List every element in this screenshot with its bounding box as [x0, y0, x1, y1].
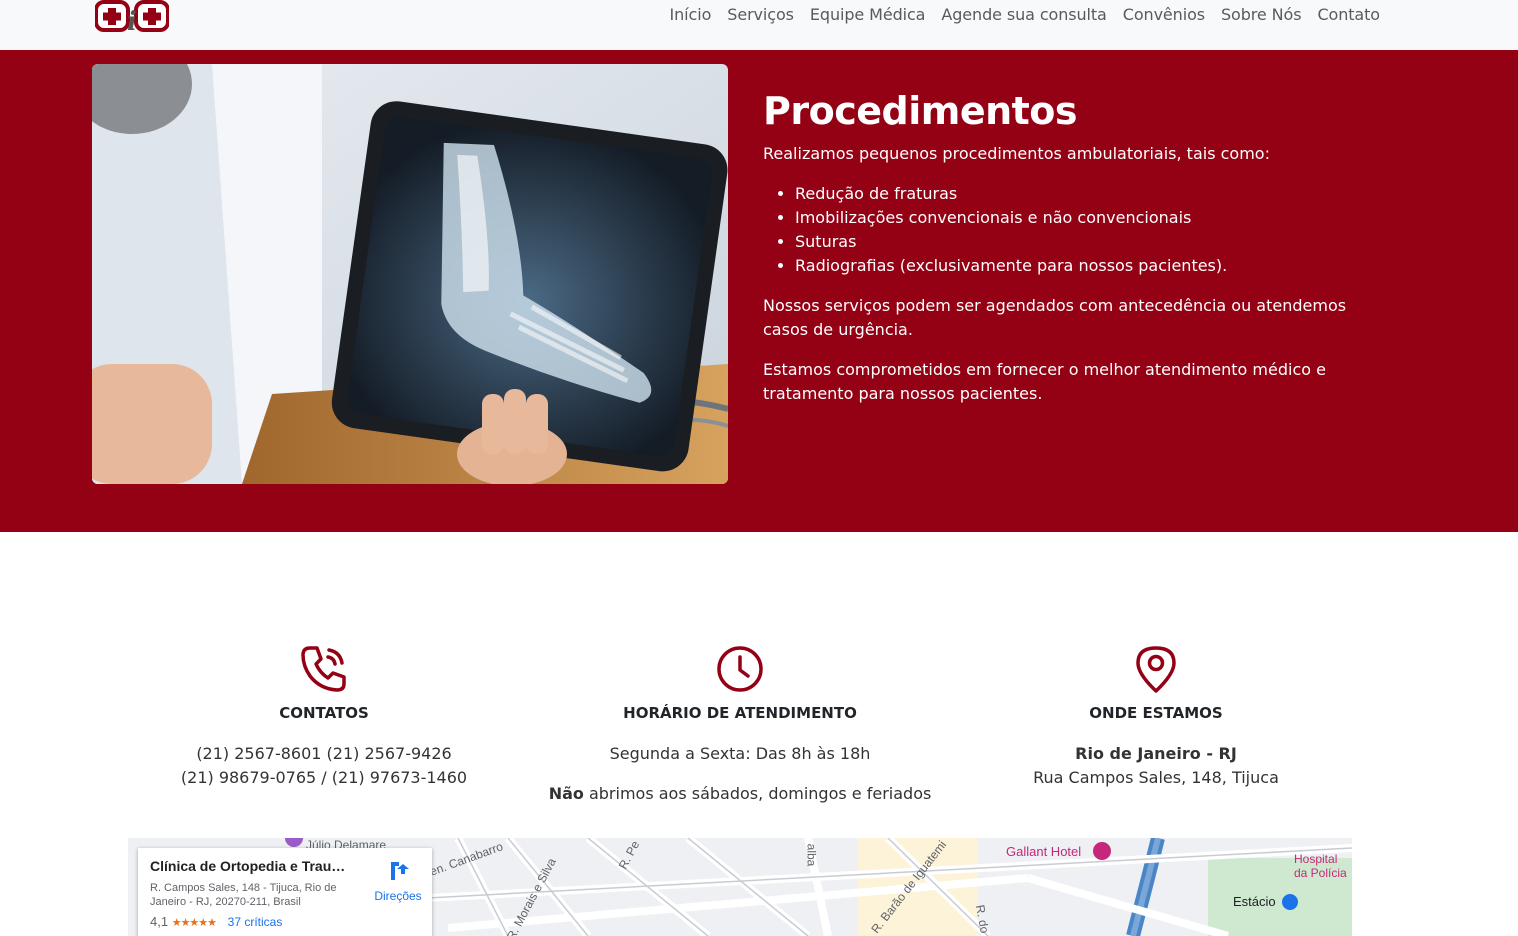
hours-closed-note: Não abrimos aos sábados, domingos e feri…	[530, 782, 950, 806]
google-map[interactable]: Júlio Delamare en. Canabarro R. Morais e…	[128, 838, 1352, 936]
procedures-title: Procedimentos	[763, 89, 1078, 133]
nav-link-servicos[interactable]: Serviços	[727, 5, 794, 24]
procedures-section: Procedimentos Realizamos pequenos proced…	[0, 50, 1518, 532]
directions-label: Direções	[374, 889, 422, 903]
nav-link-agende-consulta[interactable]: Agende sua consulta	[941, 5, 1106, 24]
directions-icon	[391, 862, 409, 880]
hours-column: HORÁRIO DE ATENDIMENTO Segunda a Sexta: …	[530, 644, 950, 806]
directions-button[interactable]: Direções	[370, 860, 426, 903]
rating-value: 4,1	[150, 914, 169, 929]
hours-weekdays: Segunda a Sexta: Das 8h às 18h	[609, 744, 871, 763]
procedures-commitment-text: Estamos comprometidos em fornecer o melh…	[763, 360, 1326, 403]
location-pin-icon	[1136, 646, 1176, 693]
procedures-intro: Realizamos pequenos procedimentos ambula…	[763, 144, 1270, 163]
map-label-street: alba	[804, 843, 819, 867]
clinic-logo[interactable]: i	[95, 0, 169, 34]
reviews-link[interactable]: 37 críticas	[228, 915, 283, 929]
procedure-item: Radiografias (exclusivamente para nossos…	[795, 254, 1383, 278]
nav-link-contato[interactable]: Contato	[1317, 5, 1380, 24]
navbar: i Início Serviços Equipe Médica Agende s…	[0, 0, 1518, 50]
map-place-address: R. Campos Sales, 148 - Tijuca, Rio de Ja…	[150, 882, 337, 908]
procedures-list: Redução de fraturas Imobilizações conven…	[795, 182, 1383, 278]
rating-stars-icon: ★★★★★	[171, 917, 217, 929]
location-address: Rua Campos Sales, 148, Tijuca	[1033, 768, 1279, 787]
contacts-column: CONTATOS (21) 2567-8601 (21) 2567-9426 (…	[114, 644, 534, 790]
nav-link-inicio[interactable]: Início	[670, 5, 712, 24]
map-place-card: Clínica de Ortopedia e Trauma... R. Camp…	[138, 848, 432, 936]
map-place-rating: 4,1 ★★★★★ 37 críticas	[150, 914, 282, 929]
contacts-title: CONTATOS	[279, 704, 369, 722]
clock-icon	[717, 646, 763, 692]
contacts-phone-line-2: (21) 98679-0765 / (21) 97673-1460	[180, 768, 468, 787]
location-column: ONDE ESTAMOS Rio de Janeiro - RJ Rua Cam…	[946, 644, 1366, 790]
procedures-scheduling-text: Nossos serviços podem ser agendados com …	[763, 296, 1347, 339]
nav-links: Início Serviços Equipe Médica Agende sua…	[670, 5, 1381, 24]
phone-icon	[301, 646, 346, 692]
procedure-item: Imobilizações convencionais e não conven…	[795, 206, 1383, 230]
nav-link-equipe-medica[interactable]: Equipe Médica	[810, 5, 926, 24]
procedure-item: Suturas	[795, 230, 1383, 254]
contacts-phone-line-1: (21) 2567-8601 (21) 2567-9426	[196, 744, 452, 763]
hours-title: HORÁRIO DE ATENDIMENTO	[623, 704, 857, 722]
nav-link-sobre-nos[interactable]: Sobre Nós	[1221, 5, 1302, 24]
map-poi-estacio[interactable]: Estácio	[1233, 894, 1276, 909]
map-place-title[interactable]: Clínica de Ortopedia e Trauma...	[150, 858, 355, 874]
location-city: Rio de Janeiro - RJ	[1075, 744, 1237, 763]
nav-link-convenios[interactable]: Convênios	[1123, 5, 1205, 24]
hours-closed-emphasis: Não	[548, 784, 584, 803]
map-poi-hospital[interactable]: Hospital da Polícia	[1294, 852, 1352, 880]
procedure-item: Redução de fraturas	[795, 182, 1383, 206]
svg-text:i: i	[127, 7, 137, 34]
xray-tablet-image	[92, 64, 728, 484]
hours-closed-rest: abrimos aos sábados, domingos e feriados	[583, 784, 932, 803]
location-title: ONDE ESTAMOS	[1089, 704, 1223, 722]
procedures-text: Procedimentos Realizamos pequenos proced…	[763, 86, 1383, 422]
map-poi-gallant-hotel[interactable]: Gallant Hotel	[1006, 844, 1081, 859]
